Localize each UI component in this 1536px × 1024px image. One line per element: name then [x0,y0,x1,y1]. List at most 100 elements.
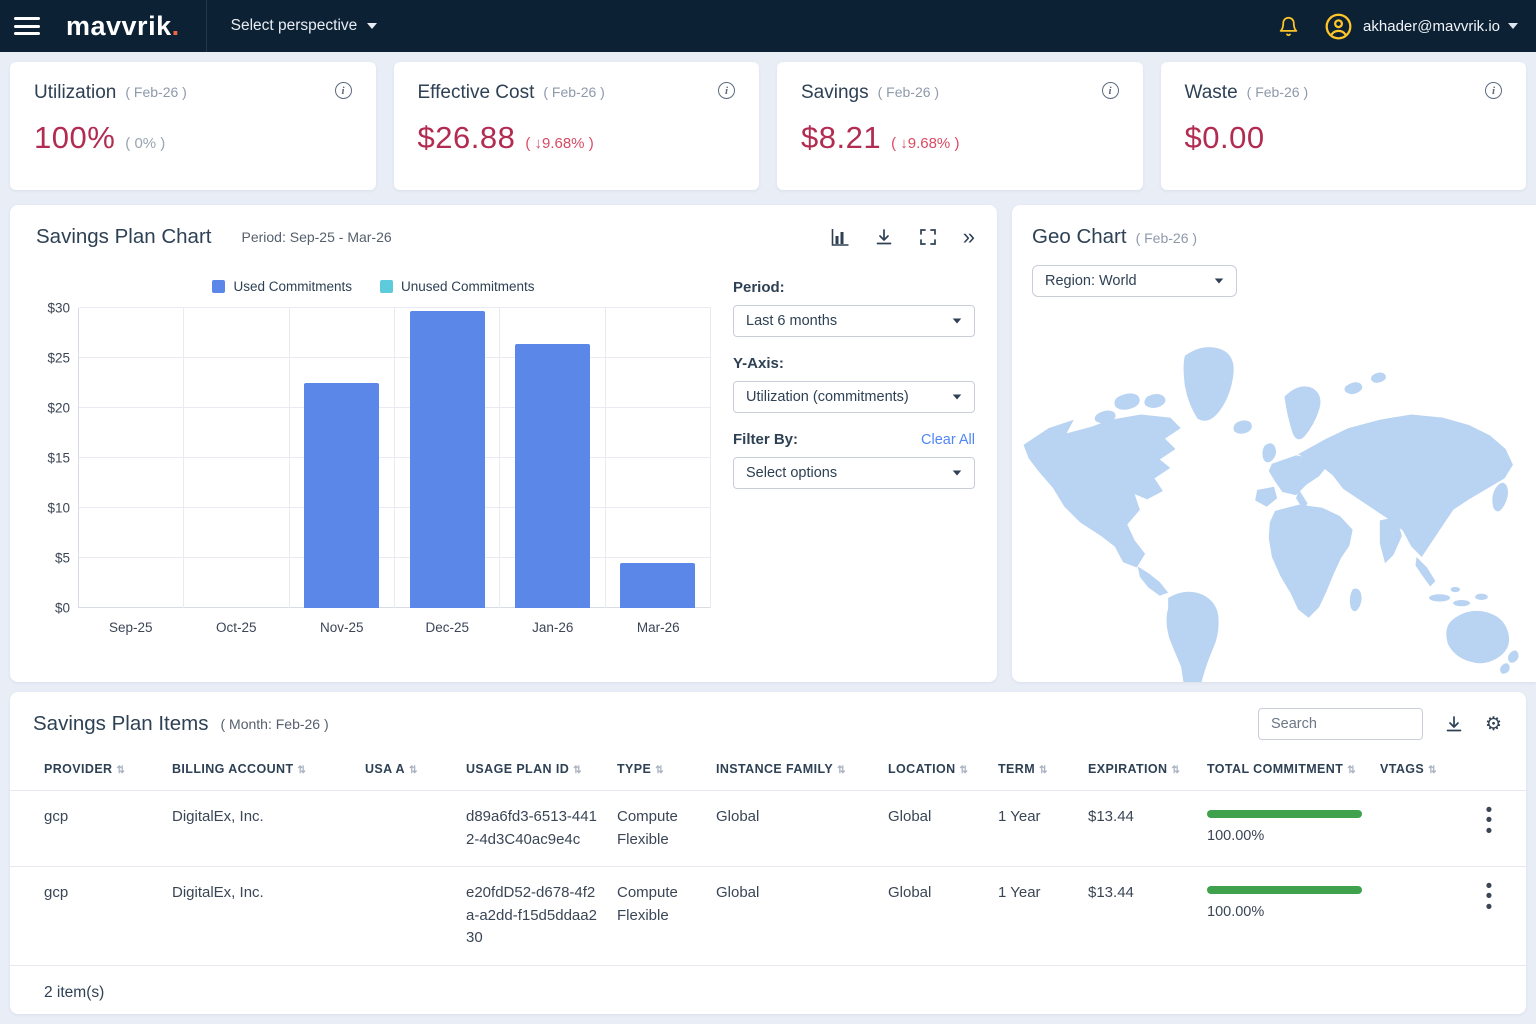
chart-subtitle: Period: Sep-25 - Mar-26 [241,229,391,245]
column-header-total-commitment[interactable]: TOTAL COMMITMENT⇅ [1207,752,1380,791]
kpi-delta: ( 0% ) [125,135,165,152]
info-icon[interactable]: i [1485,82,1502,99]
chevron-down-icon [367,23,377,29]
sort-icon: ⇅ [298,765,307,776]
chevron-down-icon [953,394,962,399]
kpi-value: 100% [34,120,115,156]
cell-vtags [1380,791,1480,867]
chart-controls: Period: Last 6 months Y-Axis: Utilizatio… [711,249,975,635]
column-header-provider[interactable]: PROVIDER⇅ [10,752,172,791]
table-footer-count: 2 item(s) [10,965,1526,1002]
cell-total-commitment: 100.00% [1207,791,1380,867]
chart-column-Nov-25 [290,308,395,608]
info-icon[interactable]: i [335,82,352,99]
column-header-instance-family[interactable]: INSTANCE FAMILY⇅ [716,752,888,791]
chart-type-icon[interactable] [831,228,849,246]
column-header-usa-a[interactable]: USA A⇅ [365,752,466,791]
user-email: akhader@mavvrik.io [1363,18,1500,35]
cell-vtags [1380,867,1480,965]
chart-column-Dec-25 [395,308,500,608]
commitment-progress-bar [1207,810,1362,818]
filter-select[interactable]: Select options [733,457,975,489]
row-actions-kebab-icon[interactable]: ••• [1480,806,1498,837]
column-header-type[interactable]: TYPE⇅ [617,752,716,791]
column-header-vtags[interactable]: VTAGS⇅ [1380,752,1480,791]
info-icon[interactable]: i [1102,82,1119,99]
cell-provider: gcp [10,867,172,965]
bar-Mar-26 [620,563,695,608]
user-menu-chevron-icon[interactable] [1508,23,1518,29]
column-header-location[interactable]: LOCATION⇅ [888,752,998,791]
yaxis-select[interactable]: Utilization (commitments) [733,381,975,413]
x-tick-label: Nov-25 [289,620,395,635]
brand-logo: mavvrik. [66,11,180,42]
table-subtitle: ( Month: Feb-26 ) [220,716,328,732]
cell-type: Compute Flexible [617,791,716,867]
y-tick-label: $0 [55,601,70,616]
hamburger-menu-icon[interactable] [14,17,40,35]
legend-label: Unused Commitments [401,279,535,294]
column-header-term[interactable]: TERM⇅ [998,752,1088,791]
column-header-expiration[interactable]: EXPIRATION⇅ [1088,752,1207,791]
kpi-period: ( Feb-26 ) [1247,84,1308,100]
x-tick-label: Jan-26 [500,620,606,635]
legend-item-used[interactable]: Used Commitments [212,279,352,294]
download-table-icon[interactable] [1445,715,1463,733]
sort-icon: ⇅ [1347,765,1356,776]
kpi-title: Waste [1185,82,1238,104]
cell-billing-account: DigitalEx, Inc. [172,791,365,867]
kpi-title: Utilization [34,82,116,104]
top-navbar: mavvrik. Select perspective akhader@mavv… [0,0,1536,52]
kpi-period: ( Feb-26 ) [543,84,604,100]
select-perspective-dropdown[interactable]: Select perspective [231,17,378,35]
search-input[interactable] [1258,708,1423,740]
cell-usage-plan-id: e20fdD52-d678-4f2a-a2dd-f15d5ddaa230 [466,867,617,965]
y-tick-label: $15 [47,451,70,466]
savings-plan-items-table: PROVIDER⇅BILLING ACCOUNT⇅USA A⇅USAGE PLA… [10,752,1526,965]
sort-icon: ⇅ [960,765,969,776]
region-select[interactable]: Region: World [1032,265,1237,297]
geo-chart-panel: Geo Chart ( Feb-26 ) Region: World [1012,205,1536,682]
cell-provider: gcp [10,791,172,867]
period-select[interactable]: Last 6 months [733,305,975,337]
fullscreen-icon[interactable] [919,228,937,246]
column-header-usage-plan-id[interactable]: USAGE PLAN ID⇅ [466,752,617,791]
collapse-panel-icon[interactable]: » [963,228,975,246]
cell-billing-account: DigitalEx, Inc. [172,867,365,965]
period-label: Period: [733,279,975,296]
legend-swatch-used [212,280,225,293]
table-settings-gear-icon[interactable]: ⚙ [1485,715,1502,734]
download-chart-icon[interactable] [875,228,893,246]
clear-all-link[interactable]: Clear All [921,432,975,448]
cell-usa-a [365,867,466,965]
table-header-row: PROVIDER⇅BILLING ACCOUNT⇅USA A⇅USAGE PLA… [10,752,1526,791]
y-tick-label: $30 [47,301,70,316]
sort-icon: ⇅ [409,765,418,776]
bar-Nov-25 [304,383,379,608]
kpi-value: $0.00 [1185,120,1265,156]
sort-icon: ⇅ [1428,765,1437,776]
commitment-percent: 100.00% [1207,902,1366,924]
kpi-card-waste: Waste ( Feb-26 ) i $0.00 [1161,62,1527,190]
cell-term: 1 Year [998,867,1088,965]
x-tick-label: Sep-25 [78,620,184,635]
legend-item-unused[interactable]: Unused Commitments [380,279,535,294]
legend-swatch-unused [380,280,393,293]
row-actions-kebab-icon[interactable]: ••• [1480,882,1498,913]
cell-expiration: $13.44 [1088,867,1207,965]
column-header-billing-account[interactable]: BILLING ACCOUNT⇅ [172,752,365,791]
commitment-percent: 100.00% [1207,826,1366,848]
bar-plot [78,308,711,608]
cell-term: 1 Year [998,791,1088,867]
chevron-down-icon [1215,278,1224,283]
user-avatar-icon[interactable] [1325,13,1352,40]
notifications-bell-icon[interactable] [1278,16,1299,37]
kpi-title: Savings [801,82,869,104]
kpi-value: $26.88 [418,120,516,156]
savings-plan-items-panel: Savings Plan Items ( Month: Feb-26 ) ⚙ P… [10,692,1526,1014]
kpi-delta: ( ↓9.68% ) [891,135,959,152]
nav-divider [206,0,207,52]
info-icon[interactable]: i [718,82,735,99]
legend-label: Used Commitments [233,279,352,294]
y-tick-label: $20 [47,401,70,416]
